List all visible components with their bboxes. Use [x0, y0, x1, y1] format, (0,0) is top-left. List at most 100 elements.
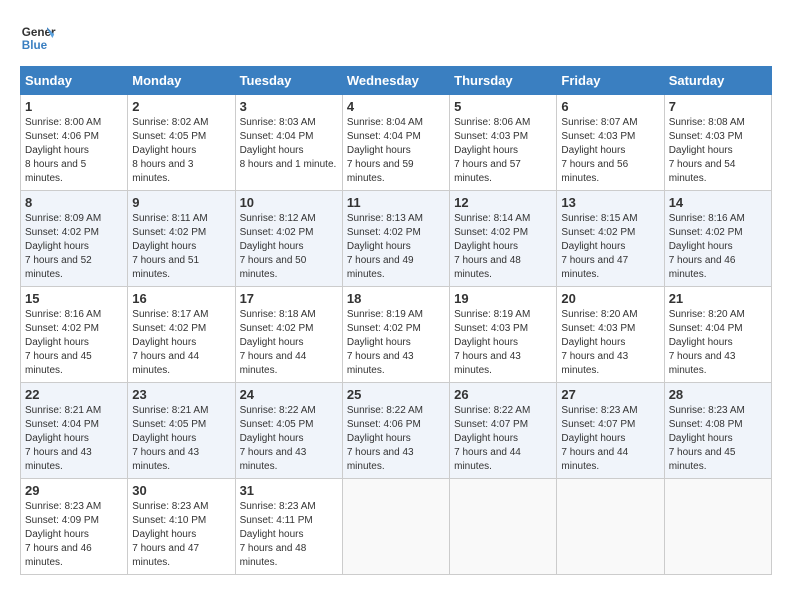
- sunset-label: Sunset: 4:10 PM: [132, 515, 206, 526]
- day-number: 1: [25, 99, 123, 114]
- day-info: Sunrise: 8:19 AM Sunset: 4:03 PM Dayligh…: [454, 308, 552, 378]
- sunrise-label: Sunrise: 8:23 AM: [132, 501, 208, 512]
- calendar-day-cell: 20 Sunrise: 8:20 AM Sunset: 4:03 PM Dayl…: [557, 287, 664, 383]
- weekday-header-thursday: Thursday: [450, 67, 557, 95]
- sunrise-label: Sunrise: 8:23 AM: [561, 405, 637, 416]
- calendar-day-cell: 31 Sunrise: 8:23 AM Sunset: 4:11 PM Dayl…: [235, 479, 342, 575]
- daylight-value: 7 hours and 43 minutes.: [561, 351, 628, 376]
- day-info: Sunrise: 8:22 AM Sunset: 4:07 PM Dayligh…: [454, 404, 552, 474]
- calendar-week-row: 22 Sunrise: 8:21 AM Sunset: 4:04 PM Dayl…: [21, 383, 772, 479]
- sunset-label: Sunset: 4:07 PM: [561, 419, 635, 430]
- day-info: Sunrise: 8:23 AM Sunset: 4:11 PM Dayligh…: [240, 500, 338, 570]
- calendar-day-cell: 10 Sunrise: 8:12 AM Sunset: 4:02 PM Dayl…: [235, 191, 342, 287]
- weekday-header-saturday: Saturday: [664, 67, 771, 95]
- sunrise-label: Sunrise: 8:06 AM: [454, 117, 530, 128]
- daylight-value: 7 hours and 43 minutes.: [347, 351, 414, 376]
- sunset-label: Sunset: 4:05 PM: [132, 419, 206, 430]
- day-info: Sunrise: 8:20 AM Sunset: 4:03 PM Dayligh…: [561, 308, 659, 378]
- daylight-value: 8 hours and 3 minutes.: [132, 159, 193, 184]
- weekday-header-monday: Monday: [128, 67, 235, 95]
- daylight-label: Daylight hours: [454, 145, 518, 156]
- day-info: Sunrise: 8:19 AM Sunset: 4:02 PM Dayligh…: [347, 308, 445, 378]
- day-info: Sunrise: 8:22 AM Sunset: 4:06 PM Dayligh…: [347, 404, 445, 474]
- day-info: Sunrise: 8:00 AM Sunset: 4:06 PM Dayligh…: [25, 116, 123, 186]
- day-number: 8: [25, 195, 123, 210]
- sunrise-label: Sunrise: 8:19 AM: [454, 309, 530, 320]
- calendar-day-cell: 28 Sunrise: 8:23 AM Sunset: 4:08 PM Dayl…: [664, 383, 771, 479]
- daylight-label: Daylight hours: [132, 337, 196, 348]
- daylight-value: 7 hours and 56 minutes.: [561, 159, 628, 184]
- sunrise-label: Sunrise: 8:16 AM: [669, 213, 745, 224]
- day-number: 7: [669, 99, 767, 114]
- daylight-label: Daylight hours: [347, 241, 411, 252]
- calendar-day-cell: 23 Sunrise: 8:21 AM Sunset: 4:05 PM Dayl…: [128, 383, 235, 479]
- sunrise-label: Sunrise: 8:17 AM: [132, 309, 208, 320]
- calendar-day-cell: 9 Sunrise: 8:11 AM Sunset: 4:02 PM Dayli…: [128, 191, 235, 287]
- daylight-label: Daylight hours: [669, 145, 733, 156]
- sunset-label: Sunset: 4:06 PM: [25, 131, 99, 142]
- daylight-value: 7 hours and 59 minutes.: [347, 159, 414, 184]
- day-number: 23: [132, 387, 230, 402]
- calendar-day-cell: 1 Sunrise: 8:00 AM Sunset: 4:06 PM Dayli…: [21, 95, 128, 191]
- daylight-label: Daylight hours: [347, 337, 411, 348]
- calendar-day-cell: 25 Sunrise: 8:22 AM Sunset: 4:06 PM Dayl…: [342, 383, 449, 479]
- day-info: Sunrise: 8:20 AM Sunset: 4:04 PM Dayligh…: [669, 308, 767, 378]
- daylight-value: 7 hours and 46 minutes.: [669, 255, 736, 280]
- daylight-label: Daylight hours: [561, 145, 625, 156]
- daylight-value: 7 hours and 44 minutes.: [454, 447, 521, 472]
- sunset-label: Sunset: 4:02 PM: [25, 227, 99, 238]
- calendar-day-cell: [664, 479, 771, 575]
- day-number: 22: [25, 387, 123, 402]
- daylight-label: Daylight hours: [240, 145, 304, 156]
- sunset-label: Sunset: 4:05 PM: [240, 419, 314, 430]
- calendar-day-cell: 16 Sunrise: 8:17 AM Sunset: 4:02 PM Dayl…: [128, 287, 235, 383]
- day-number: 15: [25, 291, 123, 306]
- day-info: Sunrise: 8:03 AM Sunset: 4:04 PM Dayligh…: [240, 116, 338, 172]
- calendar-day-cell: [557, 479, 664, 575]
- daylight-label: Daylight hours: [132, 529, 196, 540]
- day-info: Sunrise: 8:15 AM Sunset: 4:02 PM Dayligh…: [561, 212, 659, 282]
- day-info: Sunrise: 8:14 AM Sunset: 4:02 PM Dayligh…: [454, 212, 552, 282]
- day-number: 11: [347, 195, 445, 210]
- calendar-body: 1 Sunrise: 8:00 AM Sunset: 4:06 PM Dayli…: [21, 95, 772, 575]
- day-info: Sunrise: 8:16 AM Sunset: 4:02 PM Dayligh…: [25, 308, 123, 378]
- daylight-value: 7 hours and 47 minutes.: [132, 543, 199, 568]
- daylight-value: 7 hours and 43 minutes.: [347, 447, 414, 472]
- weekday-header-sunday: Sunday: [21, 67, 128, 95]
- calendar-day-cell: 27 Sunrise: 8:23 AM Sunset: 4:07 PM Dayl…: [557, 383, 664, 479]
- calendar-table: SundayMondayTuesdayWednesdayThursdayFrid…: [20, 66, 772, 575]
- daylight-label: Daylight hours: [25, 337, 89, 348]
- day-number: 12: [454, 195, 552, 210]
- sunset-label: Sunset: 4:04 PM: [25, 419, 99, 430]
- daylight-value: 8 hours and 5 minutes.: [25, 159, 86, 184]
- sunrise-label: Sunrise: 8:22 AM: [454, 405, 530, 416]
- sunset-label: Sunset: 4:07 PM: [454, 419, 528, 430]
- sunrise-label: Sunrise: 8:12 AM: [240, 213, 316, 224]
- sunrise-label: Sunrise: 8:20 AM: [561, 309, 637, 320]
- sunset-label: Sunset: 4:06 PM: [347, 419, 421, 430]
- calendar-day-cell: 14 Sunrise: 8:16 AM Sunset: 4:02 PM Dayl…: [664, 191, 771, 287]
- daylight-label: Daylight hours: [240, 241, 304, 252]
- daylight-value: 7 hours and 44 minutes.: [240, 351, 307, 376]
- calendar-day-cell: 12 Sunrise: 8:14 AM Sunset: 4:02 PM Dayl…: [450, 191, 557, 287]
- daylight-label: Daylight hours: [454, 241, 518, 252]
- sunrise-label: Sunrise: 8:04 AM: [347, 117, 423, 128]
- day-number: 21: [669, 291, 767, 306]
- calendar-day-cell: 19 Sunrise: 8:19 AM Sunset: 4:03 PM Dayl…: [450, 287, 557, 383]
- daylight-value: 8 hours and 1 minute.: [240, 159, 337, 170]
- day-info: Sunrise: 8:23 AM Sunset: 4:10 PM Dayligh…: [132, 500, 230, 570]
- calendar-week-row: 8 Sunrise: 8:09 AM Sunset: 4:02 PM Dayli…: [21, 191, 772, 287]
- daylight-label: Daylight hours: [561, 337, 625, 348]
- daylight-value: 7 hours and 43 minutes.: [454, 351, 521, 376]
- sunset-label: Sunset: 4:03 PM: [561, 323, 635, 334]
- day-info: Sunrise: 8:06 AM Sunset: 4:03 PM Dayligh…: [454, 116, 552, 186]
- day-info: Sunrise: 8:09 AM Sunset: 4:02 PM Dayligh…: [25, 212, 123, 282]
- day-number: 18: [347, 291, 445, 306]
- sunset-label: Sunset: 4:03 PM: [454, 131, 528, 142]
- sunrise-label: Sunrise: 8:22 AM: [240, 405, 316, 416]
- daylight-label: Daylight hours: [561, 433, 625, 444]
- daylight-value: 7 hours and 45 minutes.: [669, 447, 736, 472]
- calendar-day-cell: 22 Sunrise: 8:21 AM Sunset: 4:04 PM Dayl…: [21, 383, 128, 479]
- daylight-label: Daylight hours: [561, 241, 625, 252]
- daylight-value: 7 hours and 48 minutes.: [240, 543, 307, 568]
